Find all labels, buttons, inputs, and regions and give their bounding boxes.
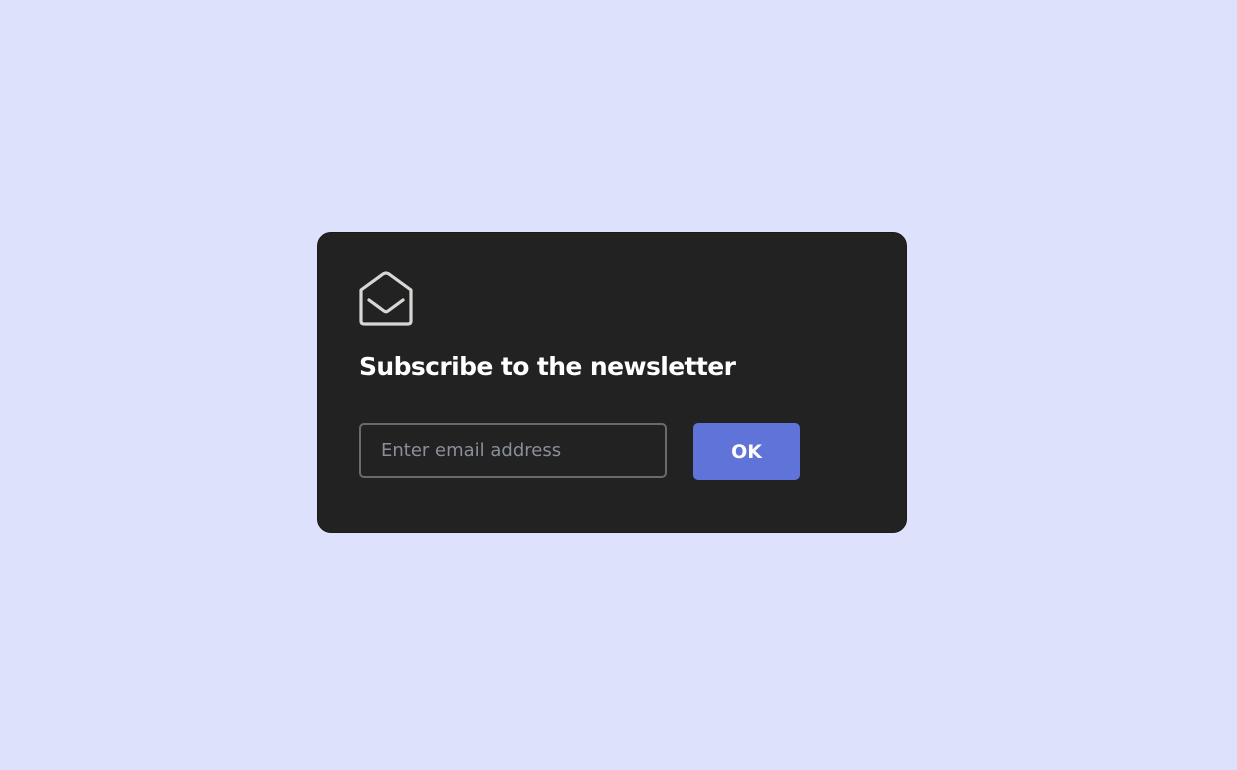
- newsletter-card: Subscribe to the newsletter OK: [317, 232, 907, 533]
- email-input[interactable]: [359, 423, 667, 478]
- ok-button[interactable]: OK: [693, 423, 800, 480]
- envelope-open-icon: [358, 271, 414, 327]
- card-title: Subscribe to the newsletter: [359, 352, 736, 381]
